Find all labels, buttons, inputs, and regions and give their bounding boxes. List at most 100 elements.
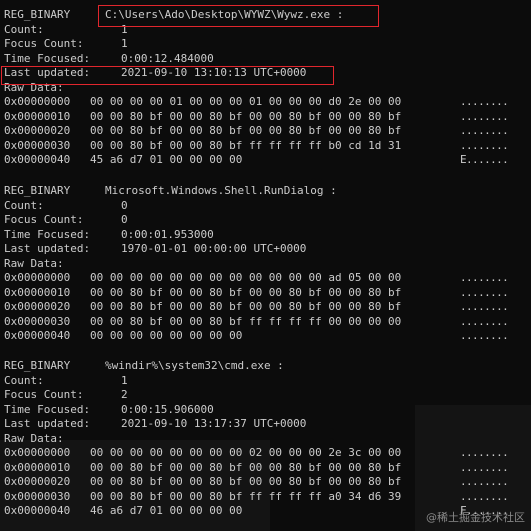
- hex-offset: 0x00000010: [4, 109, 71, 123]
- hex-row: 0x00000000 00 00 00 00 00 00 00 00 02 00…: [4, 446, 531, 461]
- time-focused-label: Time Focused:: [4, 51, 91, 65]
- time-focused-value: 0:00:15.906000: [121, 402, 214, 416]
- focus-count-line: Focus Count: 1: [4, 37, 531, 52]
- reg-type: REG_BINARY: [4, 8, 71, 21]
- hex-bytes: 45 a6 d7 01 00 00 00 00: [90, 153, 243, 166]
- hex-offset: 0x00000010: [4, 285, 71, 299]
- entry-header: REG_BINARY Microsoft.Windows.Shell.RunDi…: [4, 184, 531, 199]
- count-value: 1: [121, 22, 128, 36]
- hex-bytes: 00 00 80 bf 00 00 80 bf ff ff ff ff b0 c…: [90, 138, 402, 152]
- hex-ascii: ........: [460, 124, 509, 137]
- hex-offset: 0x00000000: [4, 271, 71, 284]
- hex-offset: 0x00000030: [4, 314, 71, 328]
- raw-data-line: Raw Data:: [4, 81, 531, 96]
- entry-name: %windir%\system32\cmd.exe :: [105, 359, 284, 372]
- hex-bytes: 00 00 00 00 00 00 00 00 00 00 00 00 ad 0…: [90, 271, 402, 284]
- hex-offset: 0x00000020: [4, 475, 71, 488]
- hex-bytes: 00 00 80 bf 00 00 80 bf ff ff ff ff 00 0…: [90, 314, 402, 328]
- hex-offset: 0x00000010: [4, 460, 71, 474]
- reg-type: REG_BINARY: [4, 359, 71, 372]
- time-focused-line: Time Focused: 0:00:12.484000: [4, 52, 531, 67]
- hex-row: 0x00000030 00 00 80 bf 00 00 80 bf ff ff…: [4, 490, 531, 505]
- hex-ascii: ........: [460, 285, 509, 299]
- raw-data-label: Raw Data:: [4, 80, 64, 94]
- hex-bytes: 00 00 80 bf 00 00 80 bf 00 00 80 bf 00 0…: [90, 475, 402, 488]
- hex-bytes: 00 00 00 00 01 00 00 00 01 00 00 00 d0 2…: [90, 95, 402, 108]
- last-updated-label: Last updated:: [4, 242, 91, 255]
- focus-count-label: Focus Count:: [4, 37, 84, 50]
- hex-ascii: E.......: [460, 153, 509, 166]
- registry-entry-wywz: REG_BINARY C:\Users\Ado\Desktop\WYWZ\Wyw…: [4, 8, 531, 168]
- time-focused-value: 0:00:01.953000: [121, 227, 214, 241]
- hex-ascii: ........: [460, 314, 509, 328]
- count-label: Count:: [4, 373, 44, 387]
- hex-offset: 0x00000040: [4, 329, 71, 342]
- hex-ascii: ........: [460, 329, 509, 342]
- hex-row: 0x00000040 00 00 00 00 00 00 00 00 .....…: [4, 329, 531, 344]
- last-updated-value: 2021-09-10 13:10:13 UTC+0000: [121, 66, 307, 79]
- focus-count-label: Focus Count:: [4, 388, 84, 401]
- focus-count-value: 0: [121, 213, 128, 226]
- count-value: 0: [121, 198, 128, 212]
- raw-data-line: Raw Data:: [4, 257, 531, 272]
- hex-ascii: ........: [460, 446, 509, 459]
- count-line: Count: 0: [4, 199, 531, 214]
- terminal-window: REG_BINARY C:\Users\Ado\Desktop\WYWZ\Wyw…: [0, 0, 531, 531]
- raw-data-label: Raw Data:: [4, 256, 64, 270]
- last-updated-label: Last updated:: [4, 66, 91, 79]
- hex-row: 0x00000010 00 00 80 bf 00 00 80 bf 00 00…: [4, 461, 531, 476]
- hex-offset: 0x00000000: [4, 446, 71, 459]
- focus-count-line: Focus Count: 2: [4, 388, 531, 403]
- hex-ascii: ........: [460, 475, 509, 488]
- hex-offset: 0x00000000: [4, 95, 71, 108]
- focus-count-value: 1: [121, 37, 128, 50]
- hex-row: 0x00000000 00 00 00 00 00 00 00 00 00 00…: [4, 271, 531, 286]
- watermark: @稀土掘金技术社区: [426, 510, 525, 524]
- hex-row: 0x00000040 45 a6 d7 01 00 00 00 00 E....…: [4, 153, 531, 168]
- last-updated-line: Last updated: 2021-09-10 13:10:13 UTC+00…: [4, 66, 531, 81]
- hex-offset: 0x00000040: [4, 504, 71, 517]
- reg-type: REG_BINARY: [4, 184, 71, 197]
- hex-bytes: 00 00 00 00 00 00 00 00: [90, 329, 243, 342]
- hex-row: 0x00000000 00 00 00 00 01 00 00 00 01 00…: [4, 95, 531, 110]
- hex-ascii: ........: [460, 460, 509, 474]
- focus-count-value: 2: [121, 388, 128, 401]
- last-updated-value: 2021-09-10 13:17:37 UTC+0000: [121, 417, 307, 430]
- hex-bytes: 46 a6 d7 01 00 00 00 00: [90, 504, 243, 517]
- last-updated-label: Last updated:: [4, 417, 91, 430]
- hex-bytes: 00 00 80 bf 00 00 80 bf 00 00 80 bf 00 0…: [90, 300, 402, 313]
- hex-bytes: 00 00 80 bf 00 00 80 bf ff ff ff ff a0 3…: [90, 489, 402, 503]
- raw-data-label: Raw Data:: [4, 431, 64, 445]
- hex-bytes: 00 00 80 bf 00 00 80 bf 00 00 80 bf 00 0…: [90, 285, 402, 299]
- hex-row: 0x00000020 00 00 80 bf 00 00 80 bf 00 00…: [4, 124, 531, 139]
- hex-ascii: ........: [460, 300, 509, 313]
- hex-ascii: ........: [460, 109, 509, 123]
- entry-name: C:\Users\Ado\Desktop\WYWZ\Wywz.exe :: [105, 8, 344, 21]
- time-focused-line: Time Focused: 0:00:15.906000: [4, 403, 531, 418]
- hex-ascii: ........: [460, 95, 509, 108]
- time-focused-label: Time Focused:: [4, 227, 91, 241]
- registry-entry-cmd: REG_BINARY %windir%\system32\cmd.exe : C…: [4, 359, 531, 519]
- raw-data-line: Raw Data:: [4, 432, 531, 447]
- hex-bytes: 00 00 80 bf 00 00 80 bf 00 00 80 bf 00 0…: [90, 109, 402, 123]
- hex-row: 0x00000020 00 00 80 bf 00 00 80 bf 00 00…: [4, 475, 531, 490]
- hex-bytes: 00 00 00 00 00 00 00 00 02 00 00 00 2e 3…: [90, 446, 402, 459]
- hex-offset: 0x00000020: [4, 300, 71, 313]
- count-line: Count: 1: [4, 374, 531, 389]
- hex-ascii: ........: [460, 271, 509, 284]
- hex-offset: 0x00000020: [4, 124, 71, 137]
- registry-entry-rundialog: REG_BINARY Microsoft.Windows.Shell.RunDi…: [4, 184, 531, 344]
- last-updated-value: 1970-01-01 00:00:00 UTC+0000: [121, 242, 307, 255]
- hex-offset: 0x00000030: [4, 489, 71, 503]
- focus-count-line: Focus Count: 0: [4, 213, 531, 228]
- focus-count-label: Focus Count:: [4, 213, 84, 226]
- count-label: Count:: [4, 22, 44, 36]
- count-label: Count:: [4, 198, 44, 212]
- time-focused-line: Time Focused: 0:00:01.953000: [4, 228, 531, 243]
- time-focused-label: Time Focused:: [4, 402, 91, 416]
- time-focused-value: 0:00:12.484000: [121, 51, 214, 65]
- hex-row: 0x00000010 00 00 80 bf 00 00 80 bf 00 00…: [4, 286, 531, 301]
- count-value: 1: [121, 373, 128, 387]
- hex-row: 0x00000010 00 00 80 bf 00 00 80 bf 00 00…: [4, 110, 531, 125]
- count-line: Count: 1: [4, 23, 531, 38]
